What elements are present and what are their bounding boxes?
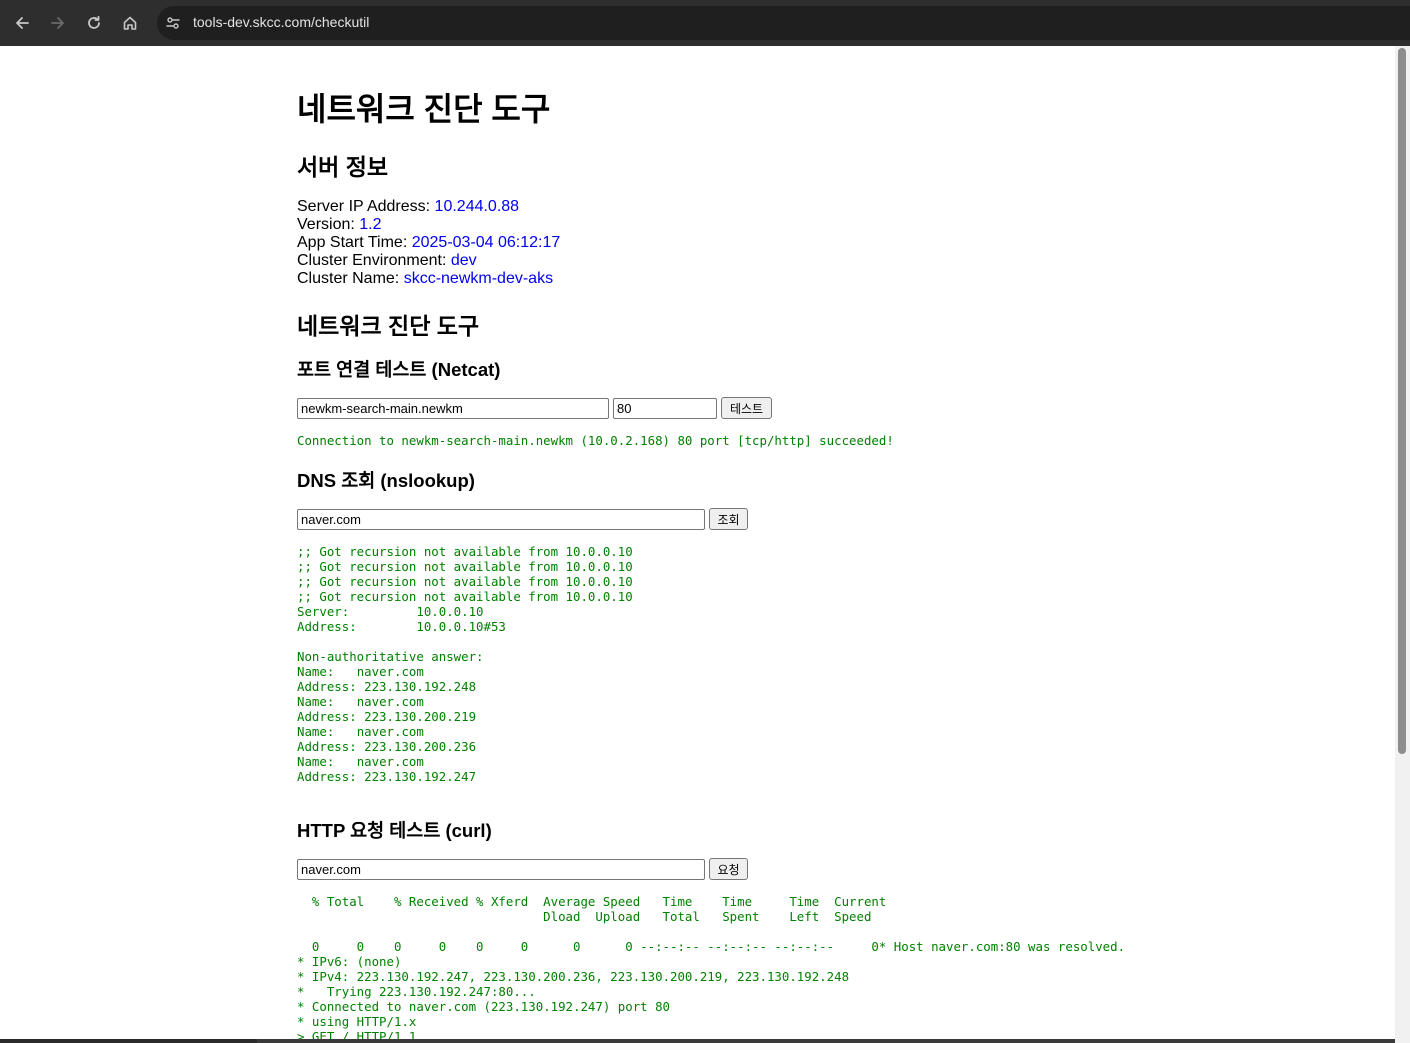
nslookup-result: ;; Got recursion not available from 10.0…: [297, 544, 633, 784]
netcat-test-button[interactable]: 테스트: [721, 397, 772, 419]
cluster-environment-row: Cluster Environment: dev: [297, 252, 477, 270]
reload-button[interactable]: [80, 9, 108, 37]
site-info-icon[interactable]: [165, 15, 181, 31]
nslookup-query-button[interactable]: 조회: [709, 508, 748, 530]
app-start-time-label: App Start Time:: [297, 234, 412, 251]
browser-toolbar: tools-dev.skcc.com/checkutil: [0, 0, 1410, 46]
server-ip-row: Server IP Address: 10.244.0.88: [297, 198, 519, 216]
nslookup-heading: DNS 조회 (nslookup): [297, 470, 475, 491]
cluster-environment-value: dev: [450, 252, 477, 269]
cluster-name-value: skcc-newkm-dev-aks: [403, 270, 554, 287]
cluster-environment-label: Cluster Environment:: [297, 252, 451, 269]
reload-icon: [88, 15, 100, 29]
back-arrow-icon: [16, 17, 29, 29]
netcat-port-input[interactable]: [613, 398, 717, 419]
home-button[interactable]: [116, 9, 144, 37]
page-title: 네트워크 진단 도구: [297, 91, 551, 127]
server-info-heading: 서버 정보: [297, 154, 389, 180]
back-button[interactable]: [8, 9, 36, 37]
netcat-heading: 포트 연결 테스트 (Netcat): [297, 359, 501, 380]
version-value: 1.2: [359, 216, 382, 233]
server-ip-label: Server IP Address:: [297, 198, 435, 215]
tools-heading: 네트워크 진단 도구: [297, 313, 480, 339]
version-row: Version: 1.2: [297, 216, 382, 234]
server-ip-value: 10.244.0.88: [434, 198, 520, 215]
version-label: Version:: [297, 216, 360, 233]
app-start-time-value: 2025-03-04 06:12:17: [411, 234, 561, 251]
url-text[interactable]: tools-dev.skcc.com/checkutil: [193, 14, 369, 30]
cluster-name-label: Cluster Name:: [297, 270, 404, 287]
nslookup-host-input[interactable]: [297, 509, 705, 530]
page-viewport: 네트워크 진단 도구 서버 정보 Server IP Address: 10.2…: [0, 46, 1395, 1039]
curl-request-button[interactable]: 요청: [709, 858, 748, 880]
netcat-result: Connection to newkm-search-main.newkm (1…: [297, 433, 894, 448]
bottom-edge: [257, 1039, 1395, 1043]
scrollbar-thumb[interactable]: [1398, 48, 1406, 754]
app-start-time-row: App Start Time: 2025-03-04 06:12:17: [297, 234, 560, 252]
address-bar[interactable]: tools-dev.skcc.com/checkutil: [157, 6, 1410, 40]
vertical-scrollbar[interactable]: [1395, 46, 1410, 1043]
forward-button[interactable]: [44, 9, 72, 37]
home-icon: [123, 16, 137, 30]
curl-heading: HTTP 요청 테스트 (curl): [297, 820, 492, 841]
forward-arrow-icon: [51, 17, 64, 29]
curl-result: % Total % Received % Xferd Average Speed…: [297, 894, 1126, 1039]
curl-host-input[interactable]: [297, 859, 705, 880]
netcat-host-input[interactable]: [297, 398, 609, 419]
cluster-name-row: Cluster Name: skcc-newkm-dev-aks: [297, 270, 553, 288]
